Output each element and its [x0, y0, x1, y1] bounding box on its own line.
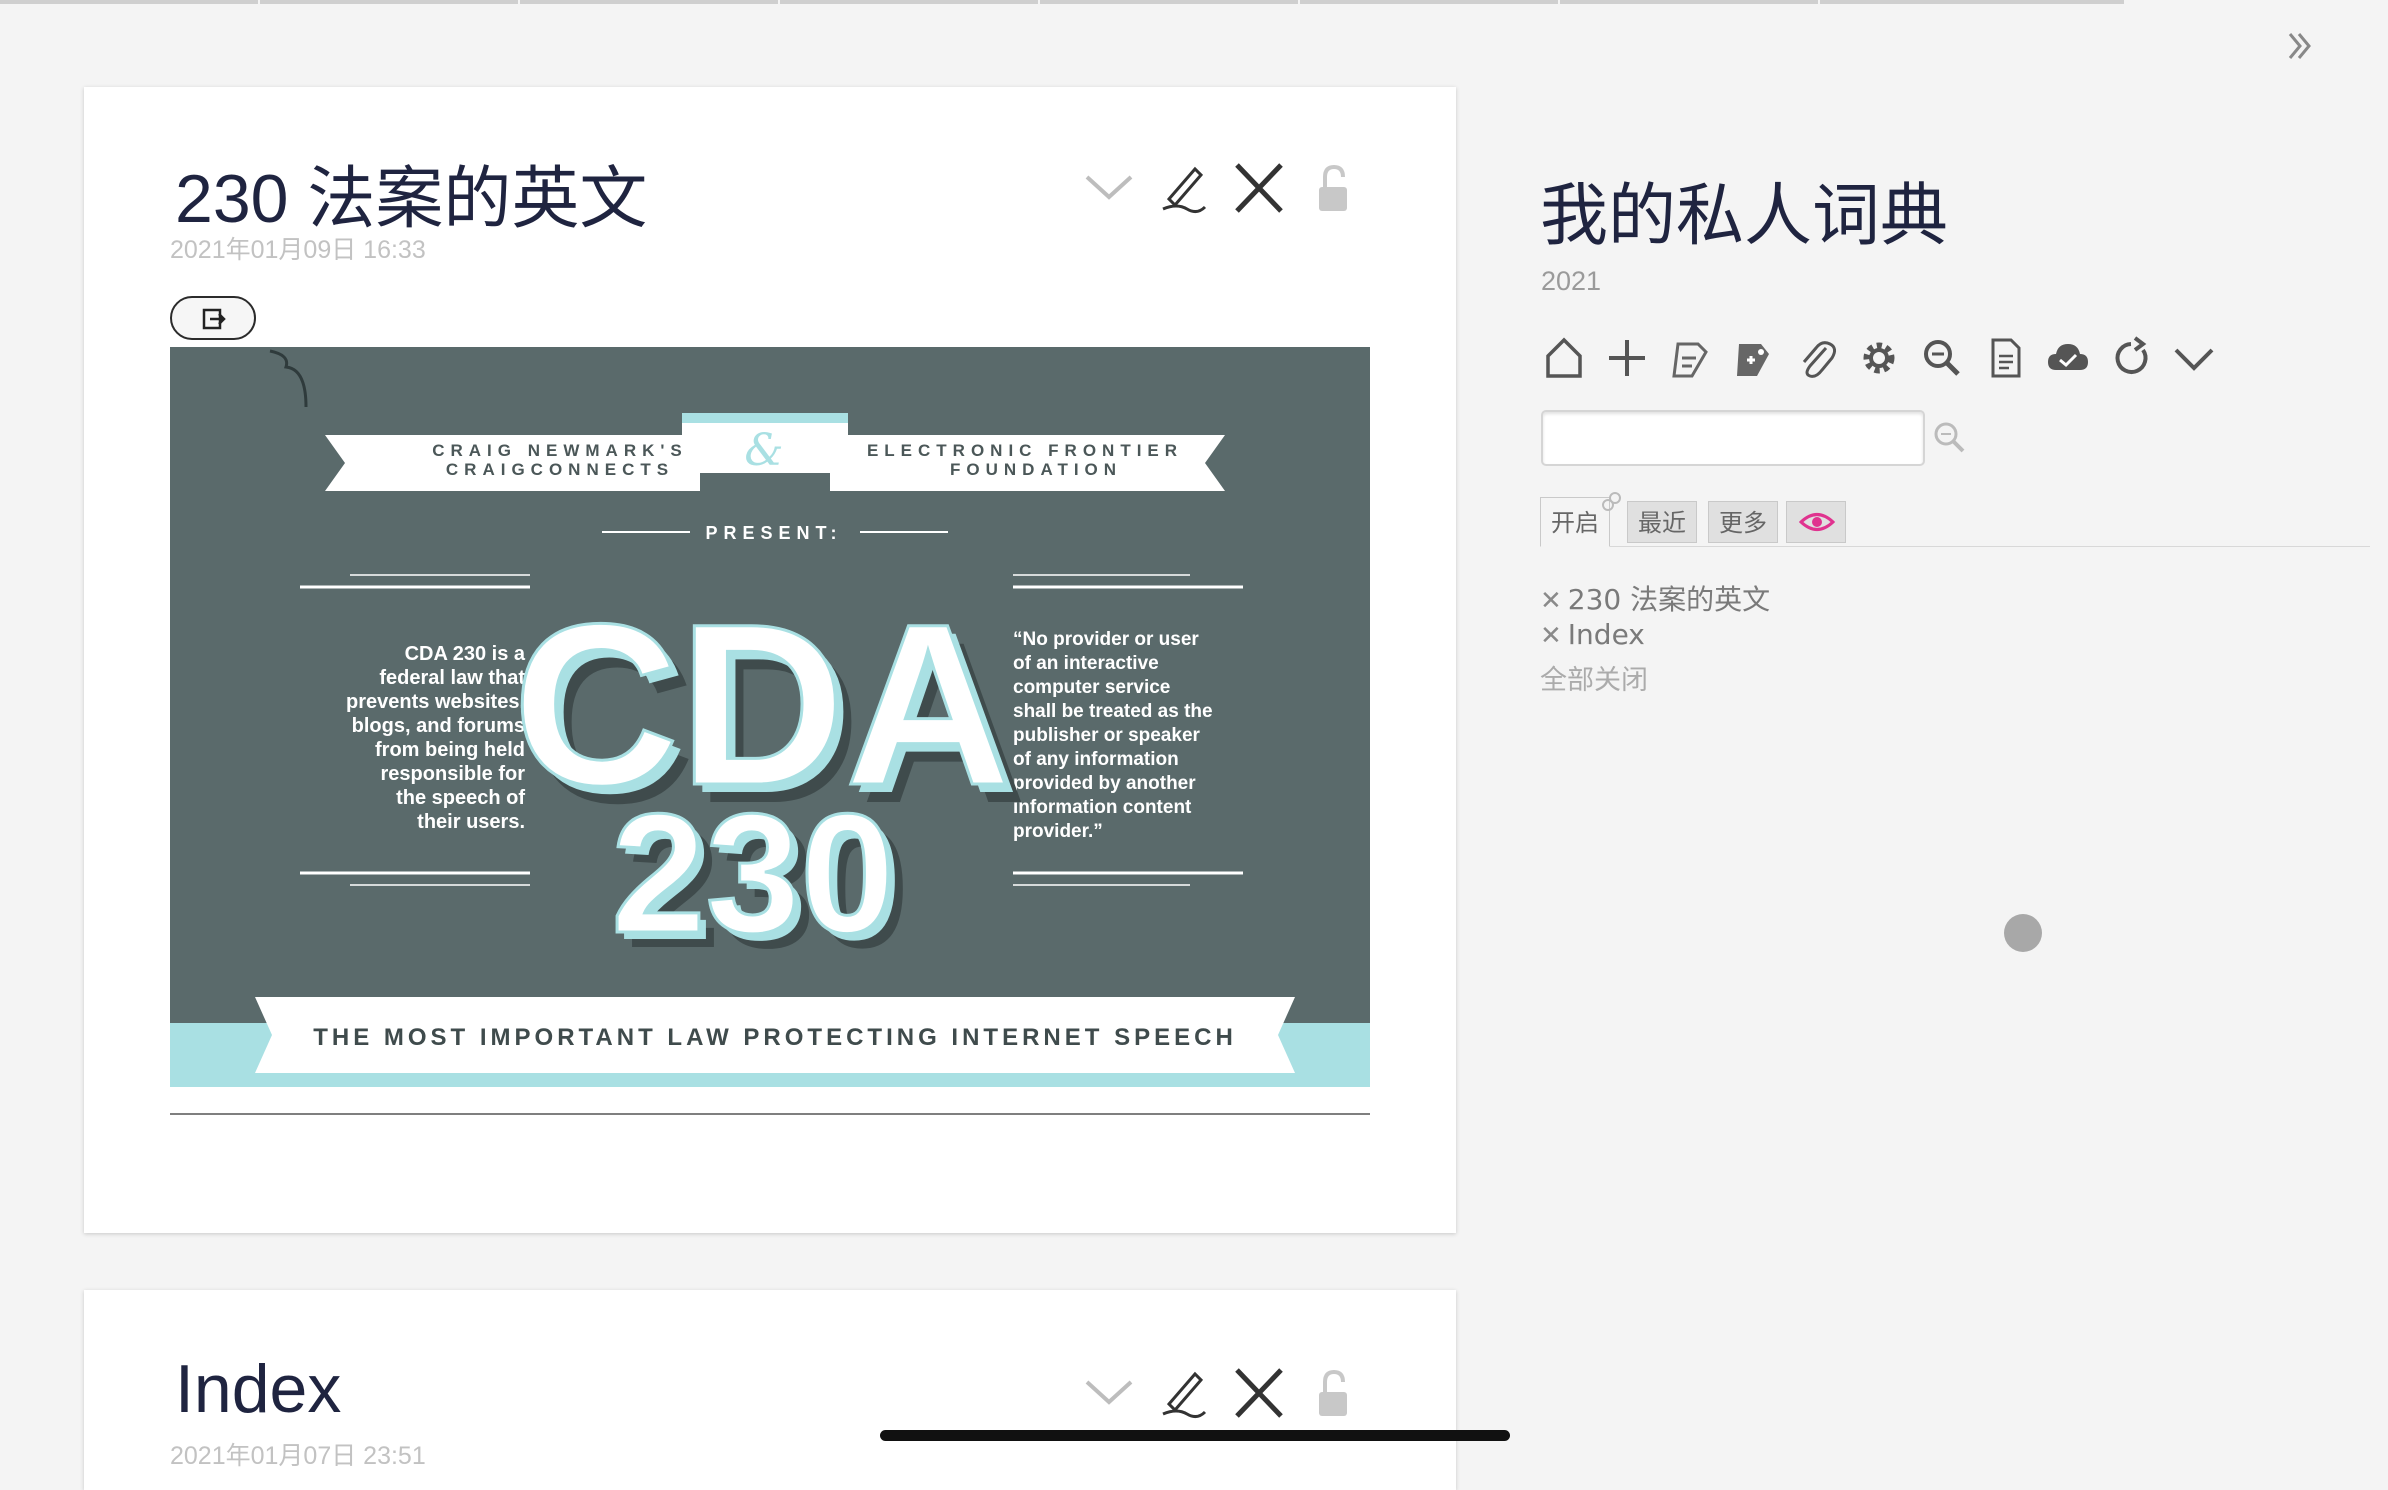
poster-right-line: information content — [1013, 797, 1192, 818]
poster-left-line: their users. — [417, 811, 525, 833]
poster-banner-text: THE MOST IMPORTANT LAW PROTECTING INTERN… — [313, 1024, 1237, 1051]
poster-right-line: “No provider or user — [1013, 629, 1199, 650]
poster-right-line: shall be treated as the — [1013, 701, 1213, 722]
edit-icon[interactable] — [1157, 1362, 1213, 1424]
poster-right-line: computer service — [1013, 677, 1170, 698]
poster-left-line: responsible for — [381, 763, 526, 785]
new-tiddler-icon[interactable] — [1601, 330, 1653, 386]
poster-present-text: PRESENT: — [705, 523, 842, 543]
edit-icon[interactable] — [1157, 157, 1213, 219]
poster-left-line: prevents websites, — [346, 691, 525, 713]
poster-top-right-text: ELECTRONIC FRONTIER — [867, 441, 1183, 460]
tabs-baseline — [1540, 546, 2370, 547]
open-item-label[interactable]: 230 法案的英文 — [1568, 583, 1770, 616]
poster-top-right-text-2: FOUNDATION — [950, 460, 1122, 479]
tab-more[interactable]: 更多 — [1708, 501, 1778, 543]
copy-icon — [202, 308, 226, 330]
poster-left-line: blogs, and forums — [352, 715, 525, 737]
list-item[interactable]: ✕ 230 法案的英文 — [1540, 578, 1770, 618]
sidebar-tabs: 开启 最近 更多 — [1540, 492, 2370, 547]
lock-icon[interactable] — [1305, 157, 1361, 219]
poster-left-line: federal law that — [379, 667, 525, 689]
open-item-label[interactable]: Index — [1568, 618, 1645, 651]
tiddler-card: Index 2021年01月07日 23:51 — [84, 1290, 1456, 1490]
new-image-icon[interactable] — [1979, 330, 2031, 386]
tiddler-toolbar — [1081, 1362, 1361, 1424]
site-title: 我的私人词典 — [1540, 177, 1949, 256]
tiddler-toolbar — [1081, 157, 1361, 219]
eye-icon — [1799, 513, 1835, 531]
home-icon[interactable] — [1538, 330, 1590, 386]
list-item[interactable]: ✕ Index — [1540, 618, 1645, 658]
poster-left-line: the speech of — [396, 787, 525, 809]
tab-recent[interactable]: 最近 — [1627, 501, 1697, 543]
tiddler-divider — [170, 1113, 1370, 1115]
attachment-icon[interactable] — [1790, 330, 1842, 386]
advanced-search-icon[interactable] — [1916, 330, 1968, 386]
tab-eye[interactable] — [1786, 501, 1846, 543]
tiddler-card: 230 法案的英文 2021年01月09日 16:33 CRAIG NEWMAR… — [84, 87, 1456, 1233]
lock-icon[interactable] — [1305, 1362, 1361, 1424]
tiddler-title[interactable]: 230 法案的英文 — [175, 143, 647, 242]
sidebar-collapse-icon[interactable] — [2280, 26, 2320, 66]
tiddler-date: 2021年01月09日 16:33 — [170, 236, 426, 264]
sidebar-toolbar — [1538, 330, 2228, 386]
poster-right-line: of any information — [1013, 749, 1179, 770]
poster-left-line: from being held — [375, 739, 525, 761]
close-icon[interactable]: ✕ — [1540, 621, 1562, 651]
close-all-link[interactable]: 全部关闭 — [1540, 658, 1648, 697]
copy-button[interactable] — [170, 296, 256, 340]
cloud-save-icon[interactable] — [2042, 330, 2094, 386]
gear-icon[interactable] — [1853, 330, 1905, 386]
poster-top-left-text-2: CRAIGCONNECTS — [446, 460, 674, 479]
chevron-down-icon[interactable] — [1081, 157, 1137, 219]
refresh-icon[interactable] — [2105, 330, 2157, 386]
close-icon[interactable]: ✕ — [1540, 586, 1562, 616]
search-input[interactable] — [1541, 410, 1925, 466]
assistive-touch-dot[interactable] — [2004, 914, 2042, 952]
search-icon[interactable] — [1932, 420, 1968, 456]
more-icon[interactable] — [2168, 330, 2220, 386]
poster-right-line: of an interactive — [1013, 653, 1159, 674]
link-icon — [1602, 492, 1621, 511]
tiddler-date: 2021年01月07日 23:51 — [170, 1442, 426, 1470]
new-journal-icon[interactable] — [1664, 330, 1716, 386]
new-tag-icon[interactable] — [1727, 330, 1779, 386]
poster-230-text: 230 — [611, 779, 895, 969]
tiddler-title[interactable]: Index — [175, 1350, 341, 1428]
close-icon[interactable] — [1231, 157, 1287, 219]
poster-right-line: provided by another — [1013, 773, 1196, 794]
poster-right-line: publisher or speaker — [1013, 725, 1201, 746]
cda-230-poster-image: CRAIG NEWMARK'S CRAIGCONNECTS & ELECTRON… — [170, 347, 1370, 1087]
site-subtitle: 2021 — [1541, 266, 1602, 296]
top-scroll-indicator — [0, 0, 2124, 4]
poster-ampersand: & — [744, 425, 783, 476]
home-indicator[interactable] — [880, 1430, 1510, 1441]
poster-left-line: CDA 230 is a — [405, 643, 526, 665]
poster-top-left-text: CRAIG NEWMARK'S — [432, 441, 688, 460]
chevron-down-icon[interactable] — [1081, 1362, 1137, 1424]
close-icon[interactable] — [1231, 1362, 1287, 1424]
